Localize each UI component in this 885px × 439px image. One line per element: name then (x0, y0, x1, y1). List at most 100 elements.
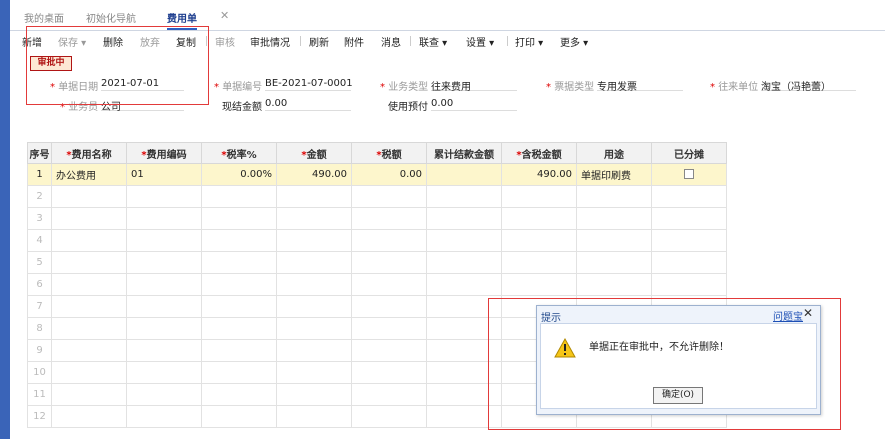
table-cell[interactable] (651, 229, 727, 252)
table-cell[interactable] (201, 229, 277, 252)
table-cell[interactable] (576, 229, 652, 252)
purpose-cell[interactable]: 单据印刷费 (576, 163, 652, 186)
tax-rate-cell[interactable]: 0.00% (201, 163, 277, 186)
table-cell[interactable] (126, 339, 202, 362)
column-header[interactable]: *金额 (276, 142, 352, 164)
column-header[interactable]: *税率% (201, 142, 277, 164)
table-cell[interactable] (276, 295, 352, 318)
ok-button[interactable]: 确定(O) (653, 387, 703, 404)
table-cell[interactable] (351, 383, 427, 406)
expense-name-cell[interactable]: 办公费用 (51, 163, 127, 186)
table-cell[interactable] (126, 229, 202, 252)
table-cell[interactable] (276, 207, 352, 230)
audit-button[interactable]: 审核 (215, 34, 235, 49)
table-cell[interactable] (126, 361, 202, 384)
table-cell[interactable] (126, 295, 202, 318)
allocated-checkbox[interactable] (684, 169, 694, 179)
table-cell[interactable] (351, 185, 427, 208)
discard-button[interactable]: 放弃 (140, 34, 160, 49)
table-cell[interactable] (201, 317, 277, 340)
table-cell[interactable] (201, 339, 277, 362)
table-cell[interactable] (51, 185, 127, 208)
amount-cell[interactable]: 490.00 (276, 163, 352, 186)
prepaid-field[interactable]: 0.00 (431, 98, 517, 111)
more-button[interactable]: 更多 ▾ (560, 34, 588, 49)
table-cell[interactable] (51, 295, 127, 318)
table-cell[interactable] (51, 251, 127, 274)
table-cell[interactable] (51, 339, 127, 362)
expense-code-cell[interactable]: 01 (126, 163, 202, 186)
table-cell[interactable] (426, 383, 502, 406)
settled-amount-cell[interactable] (426, 163, 502, 186)
table-row[interactable]: 4 (27, 229, 727, 252)
table-cell[interactable] (276, 405, 352, 428)
total-amount-cell[interactable]: 490.00 (501, 163, 577, 186)
column-header[interactable]: *含税金额 (501, 142, 577, 164)
table-cell[interactable] (276, 229, 352, 252)
table-cell[interactable] (501, 185, 577, 208)
message-button[interactable]: 消息 (381, 34, 401, 49)
date-field[interactable]: 2021-07-01 (101, 78, 184, 91)
table-cell[interactable] (201, 185, 277, 208)
table-cell[interactable] (276, 317, 352, 340)
table-cell[interactable] (651, 207, 727, 230)
new-button[interactable]: 新增 (22, 34, 42, 49)
table-cell[interactable] (426, 251, 502, 274)
table-cell[interactable] (276, 361, 352, 384)
print-button[interactable]: 打印 ▾ (515, 34, 543, 49)
table-cell[interactable] (576, 273, 652, 296)
column-header[interactable]: 累计结款金额 (426, 142, 502, 164)
table-cell[interactable] (351, 229, 427, 252)
table-cell[interactable] (126, 207, 202, 230)
table-cell[interactable] (351, 361, 427, 384)
column-header[interactable]: 用途 (576, 142, 652, 164)
column-header[interactable]: 已分摊 (651, 142, 727, 164)
help-link[interactable]: 问题宝 (773, 308, 803, 323)
table-cell[interactable] (276, 339, 352, 362)
table-cell[interactable] (351, 405, 427, 428)
table-cell[interactable] (51, 207, 127, 230)
table-row[interactable]: 6 (27, 273, 727, 296)
table-cell[interactable] (351, 317, 427, 340)
table-cell[interactable] (126, 273, 202, 296)
table-cell[interactable] (501, 251, 577, 274)
copy-button[interactable]: 复制 (176, 34, 196, 49)
table-cell[interactable] (351, 339, 427, 362)
invoice-type-field[interactable]: 专用发票 (597, 78, 683, 93)
table-cell[interactable] (126, 185, 202, 208)
close-tab-icon[interactable]: ✕ (220, 9, 229, 22)
table-cell[interactable] (201, 251, 277, 274)
table-cell[interactable] (201, 383, 277, 406)
table-cell[interactable] (426, 207, 502, 230)
table-row[interactable]: 2 (27, 185, 727, 208)
tax-cell[interactable]: 0.00 (351, 163, 427, 186)
table-cell[interactable] (276, 273, 352, 296)
table-cell[interactable] (501, 207, 577, 230)
partner-field[interactable]: 淘宝（冯艳蕾） (761, 78, 856, 93)
table-cell[interactable] (426, 405, 502, 428)
table-cell[interactable] (351, 207, 427, 230)
table-row[interactable]: 3 (27, 207, 727, 230)
linked-query-button[interactable]: 联查 ▾ (419, 34, 447, 49)
column-header[interactable]: 序号 (27, 142, 52, 164)
table-cell[interactable] (426, 339, 502, 362)
table-cell[interactable] (126, 317, 202, 340)
table-cell[interactable] (351, 251, 427, 274)
table-cell[interactable] (126, 405, 202, 428)
table-cell[interactable] (426, 229, 502, 252)
table-cell[interactable] (576, 251, 652, 274)
table-cell[interactable] (51, 361, 127, 384)
allocated-cell[interactable] (651, 163, 727, 186)
table-cell[interactable] (201, 207, 277, 230)
table-row[interactable]: 5 (27, 251, 727, 274)
table-cell[interactable] (426, 361, 502, 384)
salesman-field[interactable]: 公司 (101, 98, 184, 113)
table-cell[interactable] (126, 383, 202, 406)
column-header[interactable]: *费用编码 (126, 142, 202, 164)
column-header[interactable]: *税额 (351, 142, 427, 164)
approval-status-button[interactable]: 审批情况 (250, 34, 290, 49)
table-cell[interactable] (426, 185, 502, 208)
table-cell[interactable] (426, 273, 502, 296)
cash-amount-field[interactable]: 0.00 (265, 98, 351, 111)
column-header[interactable]: *费用名称 (51, 142, 127, 164)
